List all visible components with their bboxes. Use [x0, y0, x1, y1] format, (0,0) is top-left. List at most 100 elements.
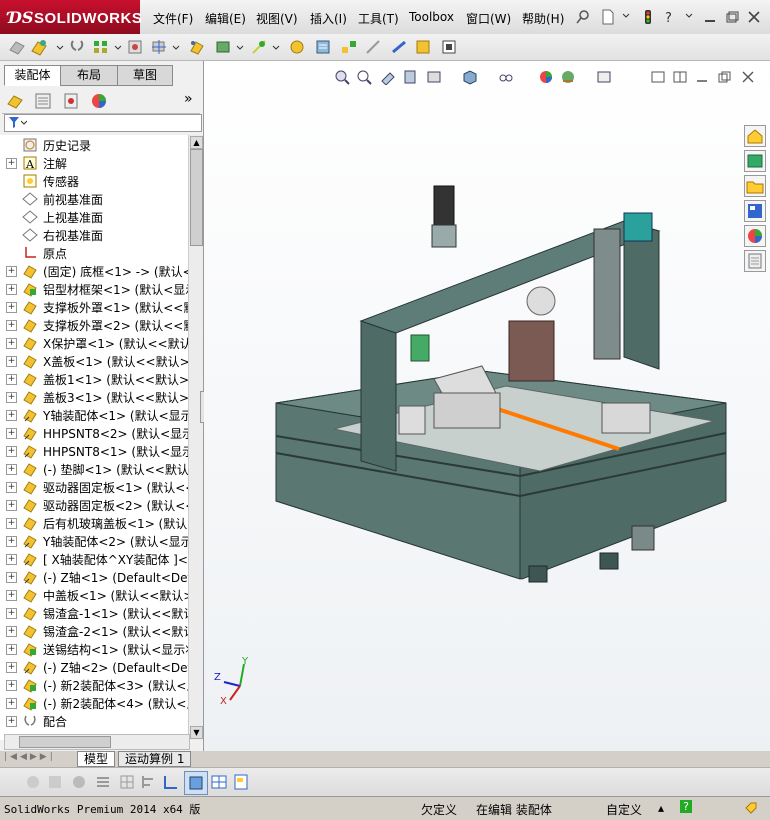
- section-view-icon[interactable]: [402, 69, 418, 85]
- move-component-icon[interactable]: [150, 38, 168, 56]
- expand-toggle-icon[interactable]: +: [6, 572, 17, 583]
- help-icon[interactable]: ?: [680, 800, 692, 813]
- expand-toggle-icon[interactable]: +: [6, 518, 17, 529]
- close-window-icon[interactable]: [746, 9, 762, 25]
- tree-item[interactable]: + (-) 新2装配体<4> (默认<显: [0, 694, 188, 712]
- traffic-light-icon[interactable]: [640, 9, 656, 25]
- tree-filter-field[interactable]: [4, 114, 202, 132]
- menu-view[interactable]: 视图(V): [256, 10, 298, 27]
- expand-toggle-icon[interactable]: +: [6, 608, 17, 619]
- expand-toggle-icon[interactable]: +: [6, 536, 17, 547]
- expand-toggle-icon[interactable]: +: [6, 374, 17, 385]
- edit-component-icon[interactable]: [8, 38, 26, 56]
- chart-icon[interactable]: [162, 773, 180, 791]
- expand-toggle-icon[interactable]: +: [6, 284, 17, 295]
- report-icon[interactable]: [232, 773, 250, 791]
- insert-component-icon[interactable]: [30, 38, 48, 56]
- pin-icon[interactable]: [575, 9, 591, 25]
- tree-item[interactable]: 传感器: [0, 172, 188, 190]
- tree-item[interactable]: + 支撑板外罩<2> (默认<<默认: [0, 316, 188, 334]
- menu-edit[interactable]: 编辑(E): [205, 10, 246, 27]
- menu-file[interactable]: 文件(F): [153, 10, 193, 27]
- restore-window-icon[interactable]: [724, 9, 740, 25]
- tree-item[interactable]: 上视基准面: [0, 208, 188, 226]
- view-palette-icon[interactable]: [744, 200, 766, 222]
- expand-toggle-icon[interactable]: +: [6, 698, 17, 709]
- tree-item[interactable]: + HHPSNT8<2> (默认<显示状态: [0, 424, 188, 442]
- minimize-window-icon[interactable]: [702, 9, 718, 25]
- expand-toggle-icon[interactable]: +: [6, 446, 17, 457]
- zoom-to-fit-icon[interactable]: [334, 69, 350, 85]
- explode-line-sketch-icon[interactable]: [364, 38, 382, 56]
- show-hidden-components-icon[interactable]: [188, 38, 206, 56]
- chevron-down-icon[interactable]: [236, 38, 244, 56]
- apply-scene-icon[interactable]: [560, 69, 576, 85]
- tab-motion-study-1[interactable]: 运动算例 1: [118, 751, 192, 767]
- tree-item[interactable]: + X盖板<1> (默认<<默认>_显: [0, 352, 188, 370]
- expand-toggle-icon[interactable]: +: [6, 482, 17, 493]
- restore-document-icon[interactable]: [716, 69, 732, 85]
- graphics-viewport[interactable]: Y Z X: [204, 61, 770, 751]
- tree-item[interactable]: + [ X轴装配体^XY装配体 ]<2>: [0, 550, 188, 568]
- expand-toggle-icon[interactable]: +: [6, 428, 17, 439]
- chevron-down-icon[interactable]: [114, 38, 122, 56]
- zoom-to-area-icon[interactable]: [356, 69, 372, 85]
- chevron-down-icon[interactable]: [56, 38, 64, 56]
- tab-scroll-arrows[interactable]: |◀◀▶▶|: [4, 752, 70, 764]
- smart-fasteners-icon[interactable]: [126, 38, 144, 56]
- property-manager-icon[interactable]: [34, 92, 52, 110]
- mate-icon[interactable]: [68, 38, 86, 56]
- tab-sketch[interactable]: 草图: [117, 65, 173, 86]
- align-icon[interactable]: [140, 773, 158, 791]
- expand-toggle-icon[interactable]: +: [6, 464, 17, 475]
- tree-item[interactable]: + (-) Z轴<1> (Default<Defa: [0, 568, 188, 586]
- instant-3d-icon[interactable]: [440, 38, 458, 56]
- edit-appearance-icon[interactable]: [538, 69, 554, 85]
- tree-item[interactable]: + 锡渣盒-2<1> (默认<<默认>: [0, 622, 188, 640]
- grid-view-icon[interactable]: [210, 773, 228, 791]
- hide-show-icon[interactable]: [24, 773, 42, 791]
- expand-toggle-icon[interactable]: +: [6, 356, 17, 367]
- tree-item[interactable]: + 盖板3<1> (默认<<默认>_显: [0, 388, 188, 406]
- tree-horizontal-scrollbar[interactable]: [4, 734, 190, 750]
- expand-toggle-icon[interactable]: +: [6, 716, 17, 727]
- assembly-3d-model[interactable]: [264, 171, 734, 591]
- expand-toggle-icon[interactable]: +: [6, 266, 17, 277]
- scroll-up-arrow-icon[interactable]: ▲: [190, 136, 203, 149]
- tab-layout[interactable]: 布局: [60, 65, 118, 86]
- minimize-document-icon[interactable]: [694, 69, 710, 85]
- chevron-down-icon[interactable]: [272, 38, 280, 56]
- isolate-icon[interactable]: [46, 773, 64, 791]
- expand-toggle-icon[interactable]: +: [6, 554, 17, 565]
- expand-toggle-icon[interactable]: +: [6, 158, 17, 169]
- dynamic-annotation-icon[interactable]: [426, 69, 442, 85]
- close-document-icon[interactable]: [740, 69, 756, 85]
- tree-item[interactable]: + Y轴装配体<2> (默认<显示状: [0, 532, 188, 550]
- chevron-down-icon[interactable]: [172, 38, 180, 56]
- expand-toggle-icon[interactable]: +: [6, 392, 17, 403]
- units-caret-icon[interactable]: ▴: [658, 801, 664, 815]
- display-manager-icon[interactable]: [90, 92, 108, 110]
- design-library-icon[interactable]: [744, 150, 766, 172]
- tree-item[interactable]: + (固定) 底框<1> -> (默认<: [0, 262, 188, 280]
- tree-item[interactable]: + 送锡结构<1> (默认<显示状态: [0, 640, 188, 658]
- tree-item[interactable]: + 盖板1<1> (默认<<默认>_显: [0, 370, 188, 388]
- scroll-thumb[interactable]: [190, 149, 203, 246]
- new-motion-study-icon[interactable]: [288, 38, 306, 56]
- interference-detection-icon[interactable]: [390, 38, 408, 56]
- expand-toggle-icon[interactable]: +: [6, 680, 17, 691]
- tree-item[interactable]: + 驱动器固定板<2> (默认<<默: [0, 496, 188, 514]
- menu-window[interactable]: 窗口(W): [466, 10, 511, 27]
- status-units[interactable]: 自定义: [606, 801, 642, 818]
- menu-toolbox[interactable]: Toolbox: [409, 10, 454, 24]
- tab-model[interactable]: 模型: [77, 751, 116, 767]
- render-tools-icon[interactable]: [70, 773, 88, 791]
- tree-item[interactable]: + 配合: [0, 712, 188, 730]
- tree-item[interactable]: + HHPSNT8<1> (默认<显示状态: [0, 442, 188, 460]
- menu-tools[interactable]: 工具(T): [358, 10, 399, 27]
- tree-item[interactable]: + (-) 垫脚<1> (默认<<默认>: [0, 460, 188, 478]
- tree-item[interactable]: + 铝型材框架<1> (默认<显示: [0, 280, 188, 298]
- configuration-manager-icon[interactable]: [62, 92, 80, 110]
- new-document-icon[interactable]: [600, 9, 616, 25]
- menu-help[interactable]: 帮助(H): [522, 10, 564, 27]
